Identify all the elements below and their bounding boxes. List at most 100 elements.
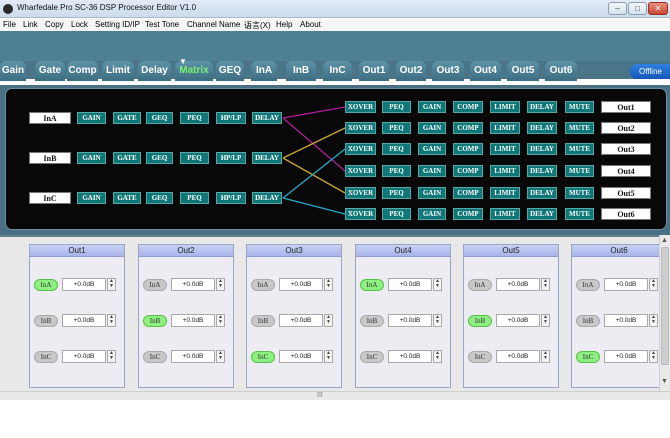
gain-stepper[interactable]: ▲ ▼ <box>216 314 225 327</box>
out3-gain-button[interactable]: GAIN <box>418 143 446 155</box>
route-toggle-inb[interactable]: InB <box>576 315 600 327</box>
out2-comp-button[interactable]: COMP <box>453 122 483 134</box>
stepper-down-icon[interactable]: ▼ <box>325 356 332 361</box>
tab-ina[interactable]: InA <box>251 61 277 81</box>
stepper-down-icon[interactable]: ▼ <box>217 284 224 289</box>
out6-comp-button[interactable]: COMP <box>453 208 483 220</box>
route-toggle-inb[interactable]: InB <box>143 315 167 327</box>
route-gain-field[interactable]: +0.0dB <box>388 314 432 327</box>
route-gain-field[interactable]: +0.0dB <box>62 278 106 291</box>
stepper-down-icon[interactable]: ▼ <box>217 356 224 361</box>
tab-comp[interactable]: Comp <box>67 61 98 81</box>
stepper-down-icon[interactable]: ▼ <box>650 320 657 325</box>
out4-gain-button[interactable]: GAIN <box>418 165 446 177</box>
gain-stepper[interactable]: ▲ ▼ <box>324 314 333 327</box>
stepper-down-icon[interactable]: ▼ <box>217 320 224 325</box>
route-gain-field[interactable]: +0.0dB <box>388 278 432 291</box>
out5-mute-button[interactable]: MUTE <box>565 187 594 199</box>
tab-geq[interactable]: GEQ <box>216 61 244 81</box>
gain-stepper[interactable]: ▲ ▼ <box>433 314 442 327</box>
inc-hp-lp-button[interactable]: HP/LP <box>216 192 246 204</box>
route-toggle-ina[interactable]: InA <box>251 279 275 291</box>
inb-peq-button[interactable]: PEQ <box>180 152 209 164</box>
minimize-button[interactable]: – <box>608 2 627 15</box>
out2-xover-button[interactable]: XOVER <box>345 122 376 134</box>
tab-out6[interactable]: Out6 <box>545 61 577 81</box>
inb-hp-lp-button[interactable]: HP/LP <box>216 152 246 164</box>
gain-stepper[interactable]: ▲ ▼ <box>107 314 116 327</box>
out2-limit-button[interactable]: LIMIT <box>490 122 520 134</box>
inb-geq-button[interactable]: GEQ <box>146 152 173 164</box>
route-gain-field[interactable]: +0.0dB <box>388 350 432 363</box>
gain-stepper[interactable]: ▲ ▼ <box>649 350 658 363</box>
route-gain-field[interactable]: +0.0dB <box>604 314 648 327</box>
menu-item-1[interactable]: Link <box>23 20 38 29</box>
out3-peq-button[interactable]: PEQ <box>382 143 411 155</box>
route-gain-field[interactable]: +0.0dB <box>496 350 540 363</box>
gain-stepper[interactable]: ▲ ▼ <box>216 350 225 363</box>
out4-mute-button[interactable]: MUTE <box>565 165 594 177</box>
out3-mute-button[interactable]: MUTE <box>565 143 594 155</box>
out6-xover-button[interactable]: XOVER <box>345 208 376 220</box>
route-gain-field[interactable]: +0.0dB <box>279 278 323 291</box>
route-gain-field[interactable]: +0.0dB <box>171 350 215 363</box>
menu-item-2[interactable]: Copy <box>45 20 64 29</box>
stepper-down-icon[interactable]: ▼ <box>325 320 332 325</box>
out4-peq-button[interactable]: PEQ <box>382 165 411 177</box>
out3-delay-button[interactable]: DELAY <box>527 143 557 155</box>
tab-delay[interactable]: Delay <box>138 61 171 81</box>
tab-inc[interactable]: InC <box>323 61 352 81</box>
route-toggle-ina[interactable]: InA <box>468 279 492 291</box>
gain-stepper[interactable]: ▲ ▼ <box>541 278 550 291</box>
gain-stepper[interactable]: ▲ ▼ <box>541 350 550 363</box>
close-button[interactable]: ✕ <box>648 2 668 15</box>
route-toggle-ina[interactable]: InA <box>360 279 384 291</box>
stepper-down-icon[interactable]: ▼ <box>434 356 441 361</box>
stepper-down-icon[interactable]: ▼ <box>542 356 549 361</box>
route-toggle-inc[interactable]: InC <box>34 351 58 363</box>
route-gain-field[interactable]: +0.0dB <box>62 314 106 327</box>
ina-gain-button[interactable]: GAIN <box>77 112 106 124</box>
stepper-down-icon[interactable]: ▼ <box>434 320 441 325</box>
route-toggle-inb[interactable]: InB <box>360 315 384 327</box>
route-gain-field[interactable]: +0.0dB <box>604 278 648 291</box>
route-toggle-ina[interactable]: InA <box>143 279 167 291</box>
inc-peq-button[interactable]: PEQ <box>180 192 209 204</box>
gain-stepper[interactable]: ▲ ▼ <box>107 278 116 291</box>
inc-geq-button[interactable]: GEQ <box>146 192 173 204</box>
out1-gain-button[interactable]: GAIN <box>418 101 446 113</box>
horizontal-scrollbar[interactable]: III <box>0 391 670 400</box>
stepper-down-icon[interactable]: ▼ <box>108 320 115 325</box>
route-gain-field[interactable]: +0.0dB <box>62 350 106 363</box>
stepper-down-icon[interactable]: ▼ <box>650 356 657 361</box>
out1-limit-button[interactable]: LIMIT <box>490 101 520 113</box>
route-gain-field[interactable]: +0.0dB <box>496 314 540 327</box>
gain-stepper[interactable]: ▲ ▼ <box>324 350 333 363</box>
menu-item-7[interactable]: 语言(X) <box>244 20 271 31</box>
maximize-button[interactable]: □ <box>628 2 647 15</box>
out5-xover-button[interactable]: XOVER <box>345 187 376 199</box>
route-toggle-inb[interactable]: InB <box>34 315 58 327</box>
scroll-down-icon[interactable]: ▼ <box>661 378 668 385</box>
out6-mute-button[interactable]: MUTE <box>565 208 594 220</box>
route-gain-field[interactable]: +0.0dB <box>279 314 323 327</box>
out5-comp-button[interactable]: COMP <box>453 187 483 199</box>
gain-stepper[interactable]: ▲ ▼ <box>649 314 658 327</box>
stepper-down-icon[interactable]: ▼ <box>542 284 549 289</box>
inb-gain-button[interactable]: GAIN <box>77 152 106 164</box>
route-toggle-ina[interactable]: InA <box>576 279 600 291</box>
route-toggle-inc[interactable]: InC <box>360 351 384 363</box>
ina-peq-button[interactable]: PEQ <box>180 112 209 124</box>
menu-item-3[interactable]: Lock <box>71 20 88 29</box>
tab-out1[interactable]: Out1 <box>359 61 389 81</box>
tab-gain[interactable]: Gain <box>0 61 26 81</box>
stepper-down-icon[interactable]: ▼ <box>108 356 115 361</box>
stepper-down-icon[interactable]: ▼ <box>650 284 657 289</box>
out3-limit-button[interactable]: LIMIT <box>490 143 520 155</box>
gain-stepper[interactable]: ▲ ▼ <box>324 278 333 291</box>
out1-mute-button[interactable]: MUTE <box>565 101 594 113</box>
out3-xover-button[interactable]: XOVER <box>345 143 376 155</box>
out5-gain-button[interactable]: GAIN <box>418 187 446 199</box>
inc-delay-button[interactable]: DELAY <box>252 192 282 204</box>
out4-xover-button[interactable]: XOVER <box>345 165 376 177</box>
